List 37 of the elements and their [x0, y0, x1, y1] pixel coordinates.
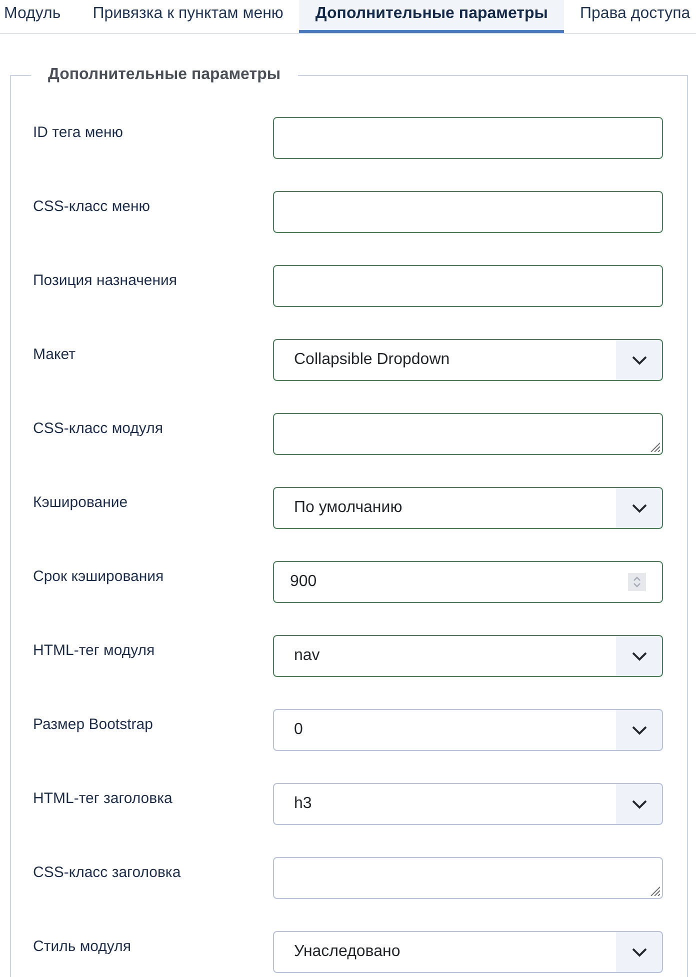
- tab[interactable]: Дополнительные параметры: [299, 0, 564, 33]
- chevron-down-icon: [632, 356, 647, 365]
- field-label: HTML-тег модуля: [33, 641, 155, 661]
- field-label: Срок кэширования: [33, 567, 164, 587]
- field-label: Позиция назначения: [33, 271, 178, 291]
- select-field[interactable]: 0: [273, 709, 663, 751]
- resize-grip-icon[interactable]: [650, 442, 660, 452]
- resize-grip-icon[interactable]: [650, 886, 660, 896]
- chevron-down-icon: [632, 948, 647, 957]
- field-label: HTML-тег заголовка: [33, 789, 172, 809]
- select-field[interactable]: Collapsible Dropdown: [273, 339, 663, 381]
- fieldset-legend: Дополнительные параметры: [31, 63, 298, 87]
- number-field[interactable]: 900: [273, 561, 663, 603]
- tab[interactable]: Модуль: [0, 0, 77, 33]
- chevron-down-icon: [632, 726, 647, 735]
- text-field[interactable]: [273, 117, 663, 159]
- chevron-down-icon: [632, 652, 647, 661]
- select-field[interactable]: nav: [273, 635, 663, 677]
- chevron-down-icon: [632, 504, 647, 513]
- text-field[interactable]: [273, 191, 663, 233]
- field-label: CSS-класс модуля: [33, 419, 163, 439]
- chevron-down-icon: [632, 800, 647, 809]
- tab[interactable]: Привязка к пунктам меню: [76, 0, 300, 33]
- text-field[interactable]: [273, 265, 663, 307]
- tab[interactable]: Права доступа: [564, 0, 696, 33]
- field-label: Размер Bootstrap: [33, 715, 153, 735]
- field-label: Макет: [33, 345, 76, 365]
- field-label: CSS-класс заголовка: [33, 863, 181, 883]
- textarea-field[interactable]: [273, 413, 663, 455]
- field-label: CSS-класс меню: [33, 197, 150, 217]
- field-label: Кэширование: [33, 493, 128, 513]
- select-field[interactable]: Унаследовано: [273, 931, 663, 973]
- select-field[interactable]: h3: [273, 783, 663, 825]
- field-label: Стиль модуля: [33, 937, 131, 957]
- select-field[interactable]: По умолчанию: [273, 487, 663, 529]
- textarea-field[interactable]: [273, 857, 663, 899]
- field-label: ID тега меню: [33, 123, 124, 143]
